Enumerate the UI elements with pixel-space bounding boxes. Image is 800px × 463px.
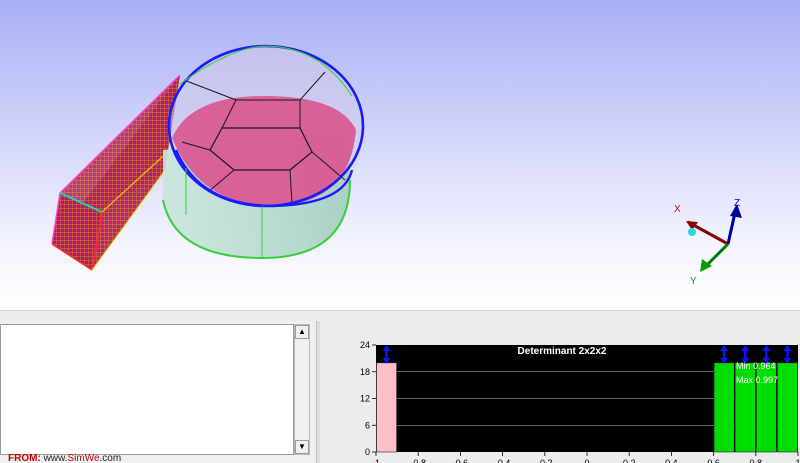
histogram-panel: 0 6 12 18 24 -1 -0.8 -0.6 -0.4 -0.2 0 0.2 0.4 0.6 0.8…: [322, 321, 800, 463]
source-suffix: .com: [99, 453, 122, 463]
3d-viewport[interactable]: X Z Y: [0, 0, 800, 310]
x-tick-label: -0.2: [537, 458, 553, 463]
message-log[interactable]: [0, 324, 294, 455]
histogram-bar: [376, 362, 397, 453]
determinant-histogram: 0 6 12 18 24 -1 -0.8 -0.6 -0.4 -0.2 0 0.2 0.4 0.6 0.8…: [360, 340, 800, 463]
histogram-bar: [777, 362, 798, 453]
cylinder-chamber: [162, 44, 365, 260]
source-label: FROM:: [8, 453, 41, 463]
source-credit: FROM: www.SimWe.com: [8, 453, 121, 463]
x-tick-label: -0.6: [453, 458, 469, 463]
x-tick-label: -1: [372, 458, 380, 463]
x-tick-label: 0.8: [750, 458, 763, 463]
model-canvas[interactable]: X Z Y: [0, 0, 800, 310]
log-scrollbar[interactable]: ▲ ▼: [294, 324, 310, 455]
message-log-panel: ▲ ▼ FROM: www.SimWe.com: [0, 321, 314, 463]
x-tick-label: 1: [795, 458, 800, 463]
x-tick-label: -0.4: [495, 458, 511, 463]
scroll-up-icon[interactable]: ▲: [295, 325, 309, 339]
x-tick-label: 0.4: [665, 458, 678, 463]
bottom-panel: ▲ ▼ FROM: www.SimWe.com 0 6 12 18 24 -1 -0.8 -…: [0, 310, 800, 463]
y-axis-label: Y: [690, 276, 697, 287]
axis-triad: X Z Y: [674, 198, 742, 287]
source-prefix: www.: [43, 453, 68, 463]
histogram-min-value: Min 0.964: [736, 361, 776, 371]
histogram-max-value: Max 0.997: [736, 375, 778, 385]
y-tick-label: 6: [365, 420, 370, 430]
inlet-duct: [51, 74, 181, 271]
y-tick-label: 0: [365, 447, 370, 457]
x-axis-label: X: [674, 204, 681, 215]
y-tick-label: 18: [360, 367, 370, 377]
y-tick-label: 12: [360, 394, 370, 404]
z-axis-label: Z: [734, 198, 740, 209]
x-tick-label: 0.2: [623, 458, 636, 463]
panel-splitter[interactable]: [316, 321, 320, 463]
x-tick-label: 0: [584, 458, 589, 463]
scroll-down-icon[interactable]: ▼: [295, 440, 309, 454]
y-tick-label: 24: [360, 340, 370, 350]
histogram-title: Determinant 2x2x2: [518, 346, 607, 357]
histogram-bar: [713, 362, 735, 453]
source-brand: SimWe: [67, 453, 100, 463]
x-tick-label: 0.6: [707, 458, 720, 463]
x-tick-label: -0.8: [410, 458, 426, 463]
